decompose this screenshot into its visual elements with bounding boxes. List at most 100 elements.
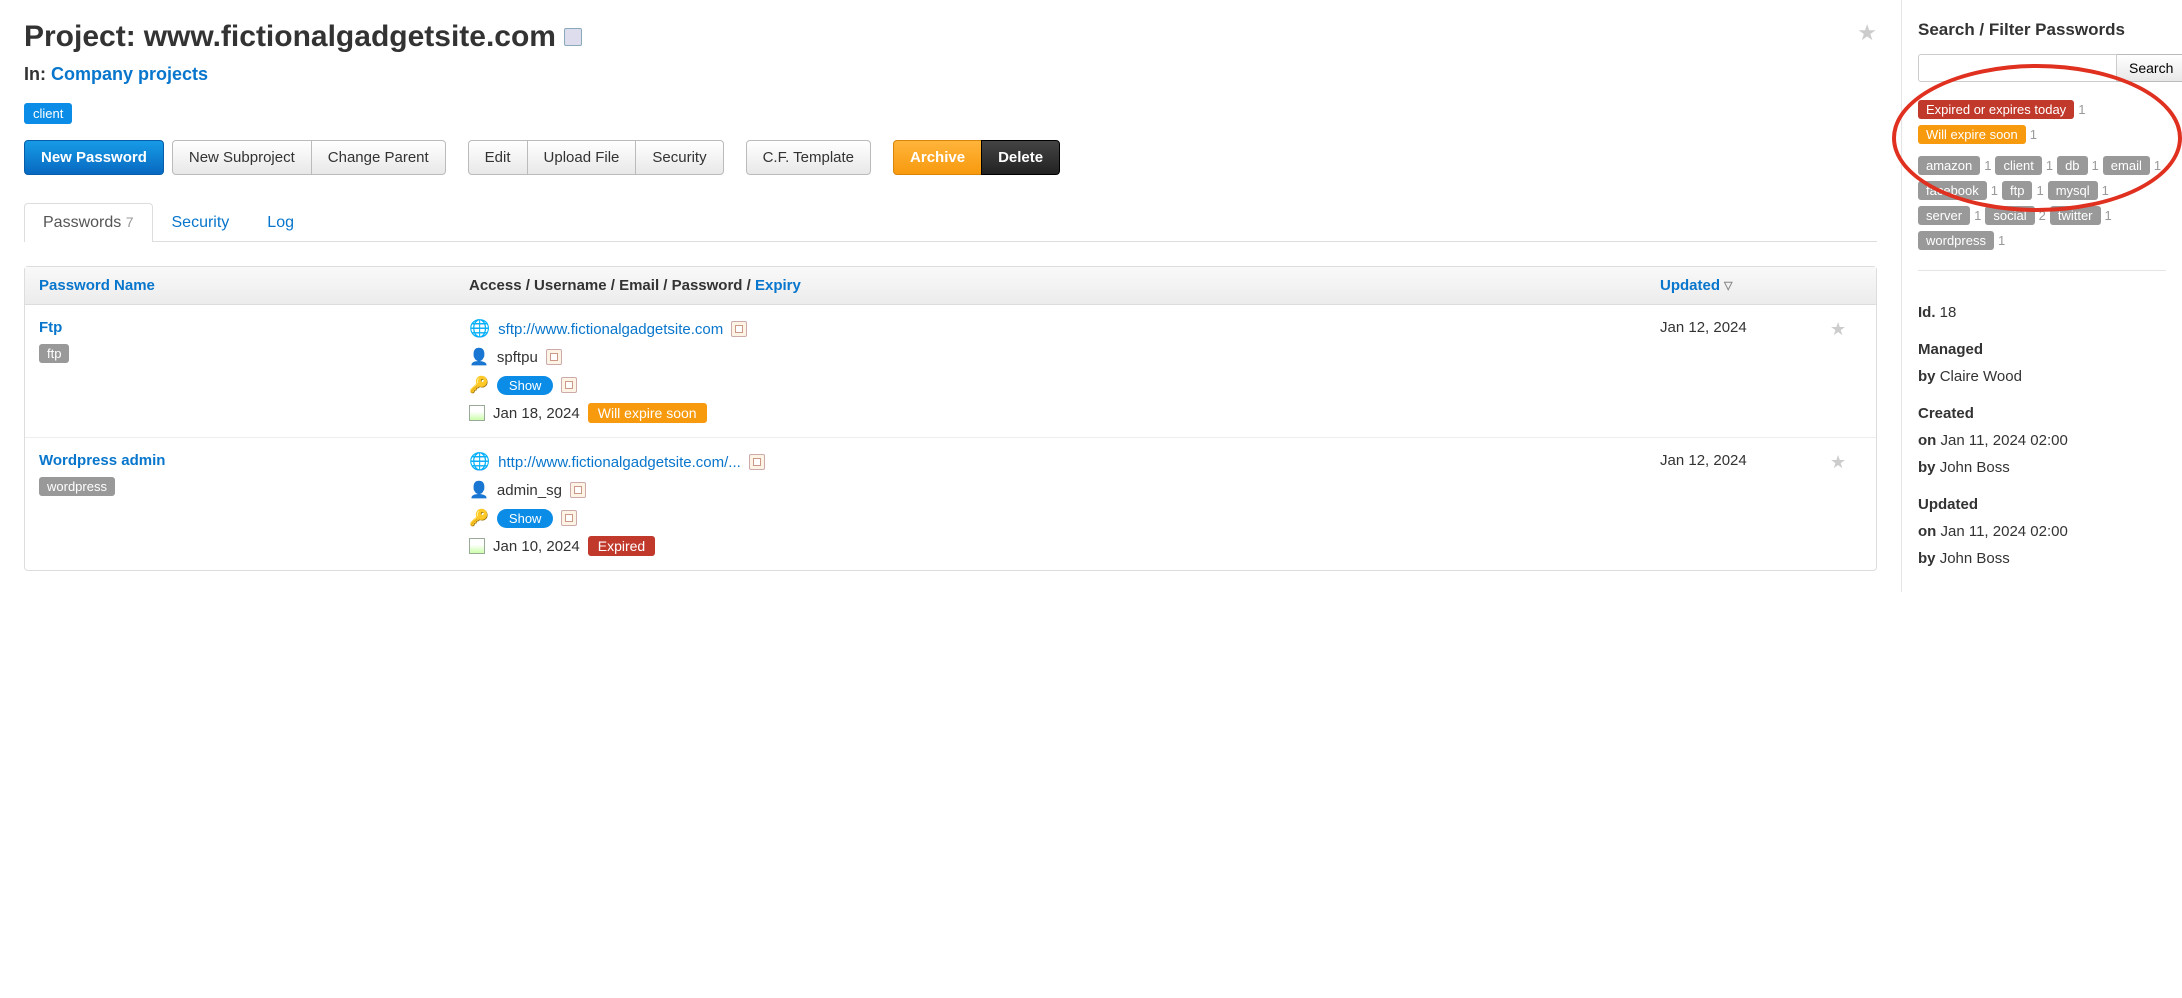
filter-count: 1 (2036, 183, 2043, 198)
password-url[interactable]: sftp://www.fictionalgadgetsite.com (498, 321, 723, 338)
expiry-badge: Expired (588, 536, 655, 556)
archive-button[interactable]: Archive (893, 140, 982, 175)
filter-tag[interactable]: email (2103, 156, 2150, 175)
filter-tag[interactable]: mysql (2048, 181, 2098, 200)
user-icon: 👤 (469, 347, 489, 367)
filter-heading: Search / Filter Passwords (1918, 20, 2166, 40)
tab-passwords[interactable]: Passwords 7 (24, 203, 153, 242)
delete-button[interactable]: Delete (981, 140, 1060, 175)
client-tag[interactable]: client (24, 103, 72, 124)
table-row: Wordpress admin wordpress 🌐 http://www.f… (25, 438, 1876, 570)
security-button[interactable]: Security (635, 140, 723, 175)
meta-id-label: Id. (1918, 304, 1936, 321)
page-title: Project: www.fictionalgadgetsite.com (24, 20, 1857, 54)
user-icon: 👤 (469, 480, 489, 500)
favorite-star-icon[interactable]: ★ (1830, 319, 1862, 340)
sort-desc-icon: ▽ (1724, 279, 1732, 292)
password-name-link[interactable]: Ftp (39, 319, 62, 336)
col-header-name[interactable]: Password Name (39, 277, 469, 294)
password-username: admin_sg (497, 482, 562, 499)
breadcrumb: In: Company projects (24, 64, 1877, 85)
filter-tag[interactable]: facebook (1918, 181, 1987, 200)
filter-count: 1 (2030, 127, 2037, 142)
globe-icon: 🌐 (469, 319, 490, 339)
expiry-date: Jan 18, 2024 (493, 405, 580, 422)
tab-log[interactable]: Log (248, 203, 313, 242)
title-prefix: Project: (24, 20, 136, 54)
cf-template-button[interactable]: C.F. Template (746, 140, 871, 175)
copy-icon[interactable] (570, 482, 586, 498)
filter-tag[interactable]: ftp (2002, 181, 2032, 200)
filter-count: 2 (2039, 208, 2046, 223)
meta-managed-label: Managed (1918, 341, 1983, 358)
updated-date: Jan 12, 2024 (1660, 319, 1830, 336)
meta-updated-on: Jan 11, 2024 02:00 (1941, 523, 2068, 540)
filter-tag[interactable]: social (1985, 206, 2034, 225)
new-subproject-button[interactable]: New Subproject (172, 140, 312, 175)
password-tag[interactable]: ftp (39, 344, 69, 363)
col-header-updated[interactable]: Updated ▽ (1660, 277, 1830, 294)
password-tag[interactable]: wordpress (39, 477, 115, 496)
tab-security[interactable]: Security (153, 203, 249, 242)
filter-count: 1 (1984, 158, 1991, 173)
search-input[interactable] (1918, 54, 2117, 82)
breadcrumb-link[interactable]: Company projects (51, 64, 208, 84)
show-password-button[interactable]: Show (497, 376, 554, 395)
tab-passwords-label: Passwords (43, 214, 121, 231)
filter-list: Expired or expires today 1 Will expire soo… (1918, 100, 2166, 250)
meta-managed-by: Claire Wood (1940, 368, 2022, 385)
updated-date: Jan 12, 2024 (1660, 452, 1830, 469)
calendar-icon (469, 405, 485, 421)
breadcrumb-in: In: (24, 64, 46, 84)
change-parent-button[interactable]: Change Parent (311, 140, 446, 175)
new-password-button[interactable]: New Password (24, 140, 164, 175)
calendar-icon (469, 538, 485, 554)
col-header-expiry[interactable]: Expiry (755, 277, 801, 294)
filter-count: 1 (2078, 102, 2085, 117)
show-password-button[interactable]: Show (497, 509, 554, 528)
key-icon: 🔑 (469, 508, 489, 528)
filter-tag[interactable]: client (1995, 156, 2041, 175)
copy-icon[interactable] (546, 349, 562, 365)
favorite-star-icon[interactable]: ★ (1857, 20, 1877, 46)
upload-file-button[interactable]: Upload File (527, 140, 637, 175)
copy-icon[interactable] (561, 377, 577, 393)
favorite-star-icon[interactable]: ★ (1830, 452, 1862, 473)
filter-tag[interactable]: Will expire soon (1918, 125, 2026, 144)
title-name: www.fictionalgadgetsite.com (144, 20, 556, 54)
meta-updated-label: Updated (1918, 496, 1978, 513)
filter-count: 1 (2154, 158, 2161, 173)
filter-tag[interactable]: amazon (1918, 156, 1980, 175)
filter-tag[interactable]: server (1918, 206, 1970, 225)
filter-count: 1 (2102, 183, 2109, 198)
filter-tag[interactable]: wordpress (1918, 231, 1994, 250)
password-name-link[interactable]: Wordpress admin (39, 452, 165, 469)
password-username: spftpu (497, 349, 538, 366)
table-row: Ftp ftp 🌐 sftp://www.fictionalgadgetsite… (25, 305, 1876, 438)
filter-tag[interactable]: db (2057, 156, 2087, 175)
copy-icon[interactable] (731, 321, 747, 337)
filter-count: 1 (2046, 158, 2053, 173)
meta-created-by: John Boss (1940, 459, 2010, 476)
filter-count: 1 (1991, 183, 1998, 198)
globe-icon: 🌐 (469, 452, 490, 472)
password-url[interactable]: http://www.fictionalgadgetsite.com/... (498, 454, 741, 471)
col-header-access: Access / Username / Email / Password / E… (469, 277, 1660, 294)
filter-count: 1 (1998, 233, 2005, 248)
filter-count: 1 (1974, 208, 1981, 223)
meta-updated-by: John Boss (1940, 550, 2010, 567)
filter-count: 1 (2092, 158, 2099, 173)
expiry-badge: Will expire soon (588, 403, 707, 423)
expiry-date: Jan 10, 2024 (493, 538, 580, 555)
details-icon[interactable] (564, 28, 582, 46)
filter-count: 1 (2105, 208, 2112, 223)
copy-icon[interactable] (561, 510, 577, 526)
search-button[interactable]: Search (2117, 54, 2182, 82)
edit-button[interactable]: Edit (468, 140, 528, 175)
key-icon: 🔑 (469, 375, 489, 395)
filter-tag[interactable]: twitter (2050, 206, 2101, 225)
copy-icon[interactable] (749, 454, 765, 470)
meta-id-value: 18 (1940, 304, 1957, 321)
tab-passwords-count: 7 (126, 214, 134, 230)
filter-tag[interactable]: Expired or expires today (1918, 100, 2074, 119)
